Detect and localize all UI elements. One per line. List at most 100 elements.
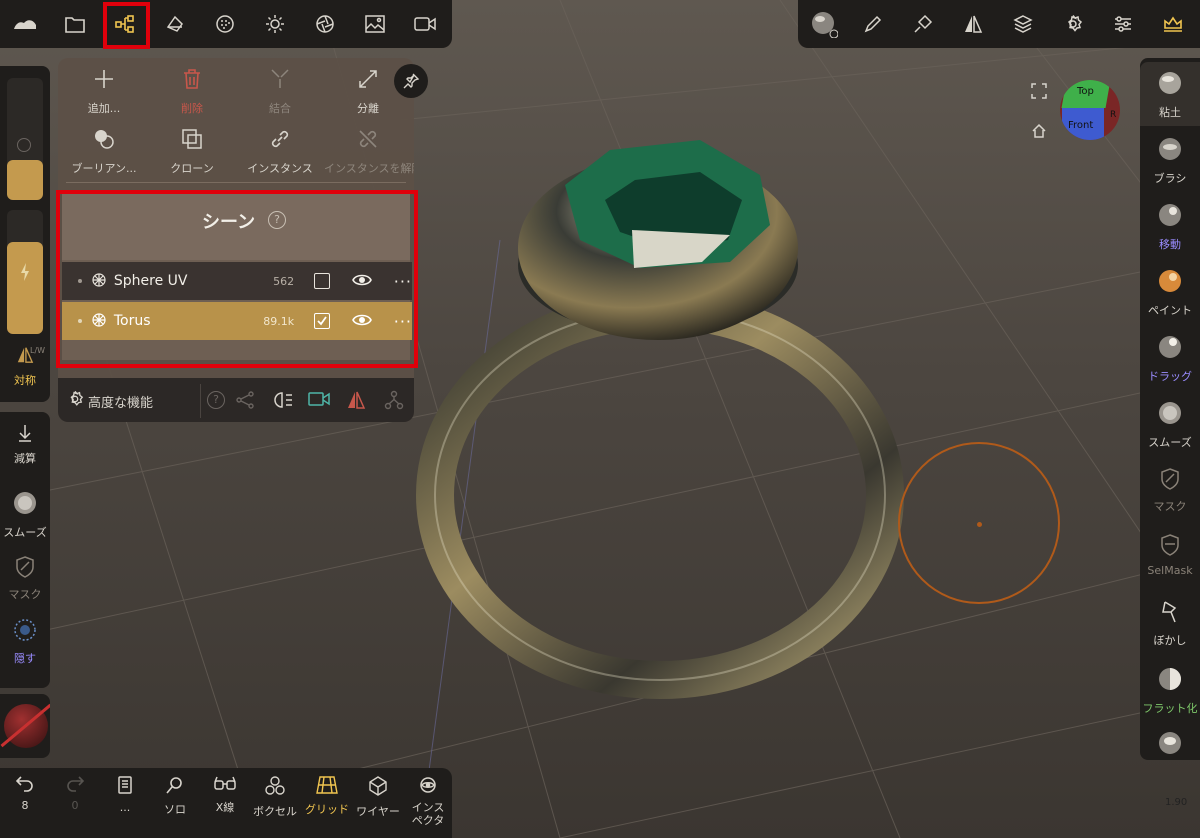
hide-tool[interactable]: 隠す [0, 618, 50, 666]
clone-button[interactable]: クローン [148, 128, 236, 176]
blur-tool[interactable]: ぼかし [1140, 600, 1200, 648]
advanced-features-button[interactable]: 高度な機能 [88, 392, 153, 411]
pin-icon [403, 73, 419, 89]
wireframe-button[interactable]: ワイヤー [352, 776, 404, 819]
solo-button[interactable]: ソロ [150, 776, 200, 817]
scene-button-highlight [103, 2, 150, 49]
voxel-label: ボクセル [253, 805, 297, 818]
uninstance-button[interactable]: インスタンスを解除 [324, 128, 414, 176]
undo-button[interactable]: 8 [0, 776, 50, 812]
sun-icon[interactable] [260, 10, 290, 38]
add-button[interactable]: 追加... [60, 68, 148, 116]
wireframe-label: ワイヤー [356, 805, 400, 818]
selmask-tool[interactable]: SelMask [1140, 534, 1200, 577]
mirror-icon[interactable] [346, 390, 366, 414]
gizmo-top-label: Top [1077, 86, 1094, 97]
mask-label: マスク [1153, 500, 1187, 513]
paint-brush-ball-icon [1159, 270, 1181, 292]
share-icon[interactable] [236, 391, 254, 413]
mask-tool-left[interactable]: マスク [0, 556, 50, 602]
inspector-button[interactable]: インスペクタ [404, 776, 452, 827]
clay-tool[interactable]: 粘土 [1140, 62, 1200, 126]
smooth-tool[interactable]: スムーズ [1140, 400, 1200, 450]
folder-icon[interactable] [60, 10, 90, 38]
smooth-tool-left[interactable]: スムーズ [0, 490, 50, 540]
delete-label: 削除 [181, 102, 203, 115]
solo-label: ソロ [164, 803, 186, 816]
layers-icon[interactable] [1008, 10, 1038, 38]
frame-icon[interactable] [1030, 82, 1048, 100]
smooth-brush-icon [14, 492, 36, 514]
intensity-slider[interactable] [7, 210, 43, 334]
material-ball-icon[interactable] [808, 8, 840, 40]
clay-brush-icon [1159, 72, 1181, 94]
next-tool-partial[interactable] [1140, 730, 1200, 758]
smooth-brush-icon [1159, 402, 1181, 424]
paint-tool[interactable]: ペイント [1140, 268, 1200, 318]
pen-icon[interactable] [858, 10, 888, 38]
undo-icon [15, 776, 33, 792]
delete-button[interactable]: 削除 [148, 68, 236, 116]
smooth-label-left: スムーズ [3, 526, 47, 539]
merge-button[interactable]: 結合 [236, 68, 324, 116]
redo-count: 0 [71, 799, 79, 812]
question-icon[interactable]: ? [207, 391, 225, 409]
redo-button[interactable]: 0 [50, 776, 100, 812]
hide-label: 隠す [14, 652, 36, 665]
history-button[interactable]: ... [100, 776, 150, 814]
voxel-icon [265, 776, 285, 795]
video-camera-icon[interactable] [410, 10, 440, 38]
boolean-button[interactable]: ブーリアン... [60, 128, 148, 176]
brush-icon [1159, 138, 1181, 160]
xray-button[interactable]: X線 [200, 776, 250, 815]
version-label: 1.90 [1165, 797, 1188, 808]
material-sphere-icon[interactable] [210, 10, 240, 38]
arrow-down-icon [19, 425, 31, 442]
brush-tool[interactable]: ブラシ [1140, 136, 1200, 186]
cloud-icon[interactable] [10, 10, 40, 38]
sliders-icon[interactable] [1108, 10, 1138, 38]
gizmo-front-label: Front [1068, 120, 1094, 131]
wire-icon [369, 776, 387, 796]
paint-brush-icon[interactable] [908, 10, 938, 38]
unlink-icon [359, 130, 377, 148]
hierarchy-icon[interactable] [384, 390, 404, 414]
voxel-button[interactable]: ボクセル [250, 776, 300, 819]
crown-icon[interactable] [1158, 10, 1188, 38]
flatten-tool[interactable]: フラット化 [1140, 666, 1200, 716]
mask-tool[interactable]: マスク [1140, 468, 1200, 514]
blur-icon [1162, 601, 1177, 623]
camera-view-icon[interactable] [308, 391, 330, 411]
grid-button[interactable]: グリッド [300, 776, 354, 817]
paint-label: ペイント [1148, 304, 1192, 317]
subtract-tool[interactable]: 減算 [0, 424, 50, 466]
glasses-icon [214, 776, 236, 790]
split-label: 分離 [357, 102, 379, 115]
drag-tool[interactable]: ドラッグ [1140, 334, 1200, 384]
nav-gizmo[interactable]: Top Front R [1060, 80, 1120, 140]
boolean-icon [95, 130, 114, 149]
symmetry-icon[interactable] [958, 10, 988, 38]
aperture-icon[interactable] [310, 10, 340, 38]
clone-label: クローン [170, 162, 214, 175]
topology-icon[interactable] [160, 10, 190, 38]
brush-cursor [898, 442, 1060, 604]
boolean-label: ブーリアン... [71, 162, 137, 175]
move-tool[interactable]: 移動 [1140, 202, 1200, 252]
size-slider[interactable] [7, 78, 43, 200]
image-icon[interactable] [360, 10, 390, 38]
intensity-slider-fill [7, 242, 43, 334]
mask-shield-icon [16, 556, 34, 578]
panel-bottom: 高度な機能 ? [58, 378, 414, 422]
grid-label: グリッド [305, 803, 349, 816]
home-icon[interactable] [1030, 122, 1048, 140]
pin-button[interactable] [394, 64, 428, 98]
settings-icon[interactable] [1058, 10, 1088, 38]
symmetry-tool[interactable]: 対称 L/W [0, 346, 50, 388]
symmetry-tool-label: 対称 [14, 374, 36, 387]
left-toolbar-tools: 減算 スムーズ マスク 隠す [0, 412, 50, 688]
instance-button[interactable]: インスタンス [236, 128, 324, 176]
material-preview[interactable] [0, 694, 50, 758]
light-icon[interactable] [274, 391, 294, 413]
advanced-settings-icon[interactable] [66, 390, 84, 412]
